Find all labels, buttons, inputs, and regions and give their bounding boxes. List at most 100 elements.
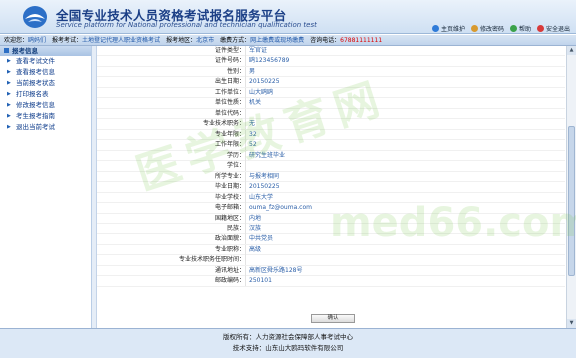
info-bar: 欢迎您：鸥妈们 报考考试：土地登记代理人职业资格考试 报考地区：北京市 缴费方式… — [0, 35, 576, 46]
field-label: 所学专业： — [214, 172, 245, 180]
welcome-value: 鸥妈们 — [28, 37, 47, 44]
logo-icon — [23, 6, 47, 28]
app-subtitle: Service platform for National profession… — [56, 21, 317, 29]
footer-tech-support: 技术支持：山东山大鸥玛软件有限公司 — [232, 344, 344, 352]
field-label: 毕业日期： — [214, 183, 245, 191]
field-value: 20150225 — [245, 182, 545, 193]
field-label: 专业年限： — [214, 130, 245, 138]
sidebar-item-view-registration[interactable]: 查看报考信息 — [0, 67, 91, 78]
phone-label: 咨询电话： — [310, 37, 341, 44]
field-value: 32 — [245, 129, 545, 140]
help-link[interactable]: 帮助 — [509, 24, 531, 33]
field-label: 性别： — [226, 67, 245, 75]
top-links: 主页维护 修改密码 帮助 安全退出 — [431, 24, 570, 33]
field-value: 20150225 — [245, 77, 545, 88]
sidebar-item-edit-registration[interactable]: 修改报考信息 — [0, 100, 91, 111]
field-label: 毕业学校： — [214, 193, 245, 201]
field-label: 学位： — [226, 162, 245, 170]
field-label: 政治面貌： — [214, 235, 245, 243]
field-label: 工作单位： — [214, 88, 245, 96]
home-maintain-link[interactable]: 主页维护 — [431, 24, 465, 33]
form-row-tech-title: 专业技术职务：无 — [97, 119, 565, 130]
form-row-id-number: 证件号码： 鸥123456789 — [97, 56, 565, 67]
field-label: 通讯地址： — [214, 266, 245, 274]
form-row-ethnicity: 民族： 汉族 — [97, 223, 565, 235]
form-row-address: 通讯地址： 高新区舜乐路128号 — [97, 265, 565, 277]
sidebar-item-guide[interactable]: 考生报考指南 — [0, 111, 91, 122]
form-row-graduation-date: 毕业日期： 20150225 — [97, 182, 565, 193]
change-password-link[interactable]: 修改密码 — [470, 24, 504, 33]
field-value: 鸥123456789 — [245, 56, 545, 67]
form-row-major: 所学专业： 与报考相同 — [97, 171, 565, 183]
field-value: 高级 — [245, 244, 545, 255]
logout-label: 安全退出 — [545, 26, 570, 33]
form-row-email: 电子邮箱： ouma_fz@ouma.com — [97, 203, 565, 214]
form-row-pro-years: 专业年限： 32 — [97, 129, 565, 141]
field-label: 出生日期： — [214, 78, 245, 86]
field-label: 单位代码： — [214, 109, 245, 117]
field-value: 250101 — [245, 276, 545, 287]
field-value: 山东大学 — [245, 192, 545, 203]
exam-label: 报考考试： — [52, 37, 83, 44]
form-row-pro-title: 专业职称： 高级 — [97, 244, 565, 256]
key-icon — [470, 25, 478, 32]
field-label: 电子邮箱： — [214, 204, 245, 212]
sidebar: 报考信息 查看考试文件 查看报考信息 当前报考状态 打印报名表 修改报考信息 考… — [0, 46, 92, 328]
field-value: 高新区舜乐路128号 — [245, 265, 545, 276]
form-row-work-years: 工作年限： 52 — [97, 140, 565, 151]
registration-info-form: 证件类型： 军官证 证件号码： 鸥123456789 性别：男 出生日期： 20150… — [97, 46, 565, 287]
field-value: 与报考相同 — [245, 171, 545, 182]
fee-label: 缴费方式： — [220, 37, 251, 44]
form-row-nationality: 国籍地区： 内地 — [97, 213, 565, 224]
confirm-button[interactable]: 确认 — [311, 314, 355, 323]
field-label: 专业职称： — [214, 245, 245, 253]
home-maintain-label: 主页维护 — [440, 26, 465, 33]
scroll-down-icon[interactable]: ▼ — [567, 319, 576, 328]
field-label: 证件号码： — [214, 57, 245, 65]
sidebar-item-view-exam-files[interactable]: 查看考试文件 — [0, 56, 91, 67]
field-label: 证件类型： — [214, 47, 245, 54]
field-label: 邮政编码： — [214, 277, 245, 285]
field-value — [245, 255, 545, 266]
exam-value: 土地登记代理人职业资格考试 — [82, 37, 161, 44]
field-value — [245, 161, 545, 172]
form-row-postal-code: 邮政编码： 250101 — [97, 276, 565, 287]
sidebar-item-print-form[interactable]: 打印报名表 — [0, 89, 91, 100]
form-row-birth-date: 出生日期： 20150225 — [97, 77, 565, 88]
field-value: 机关 — [245, 98, 545, 109]
main-content: 证件类型： 军官证 证件号码： 鸥123456789 性别：男 出生日期： 20150… — [97, 46, 565, 328]
form-row-political-status: 政治面貌： 中共党员 — [97, 234, 565, 245]
form-row-title-date: 专业技术职务任职时间： — [97, 255, 565, 266]
field-value: 汉族 — [245, 223, 545, 234]
home-icon — [431, 25, 439, 32]
field-value: 无 — [245, 119, 545, 130]
field-label: 工作年限： — [214, 141, 245, 149]
field-value — [245, 108, 545, 119]
sidebar-heading: 报考信息 — [0, 46, 91, 56]
field-value: 研究生班毕业 — [245, 150, 545, 161]
change-password-label: 修改密码 — [479, 26, 504, 33]
form-row-id-type: 证件类型： 军官证 — [97, 46, 565, 57]
phone-value: 67881111111 — [340, 37, 383, 44]
field-value: 山大鸥鸥 — [245, 87, 545, 98]
field-label: 学历： — [226, 151, 245, 159]
footer: 版权所有：人力资源社会保障部人事考试中心 技术支持：山东山大鸥玛软件有限公司 — [0, 328, 576, 358]
help-icon — [509, 25, 517, 32]
form-row-degree: 学位： — [97, 161, 565, 172]
sidebar-item-exit-exam[interactable]: 退出当前考试 — [0, 122, 91, 133]
form-row-unit-code: 单位代码： — [97, 108, 565, 120]
form-row-gender: 性别：男 — [97, 66, 565, 78]
field-label: 专业技术职务： — [202, 120, 245, 128]
form-row-education: 学历： 研究生班毕业 — [97, 150, 565, 162]
field-label: 民族： — [226, 224, 245, 232]
header: 全国专业技术人员资格考试报名服务平台 Service platform for … — [0, 0, 576, 34]
main-scrollbar[interactable]: ▲ ▼ — [566, 46, 576, 328]
field-value: 军官证 — [245, 46, 545, 56]
logout-link[interactable]: 安全退出 — [536, 24, 570, 33]
region-label: 报考地区： — [166, 37, 197, 44]
scroll-up-icon[interactable]: ▲ — [567, 46, 576, 55]
scroll-thumb[interactable] — [568, 126, 575, 276]
field-label: 专业技术职务任职时间： — [178, 256, 245, 264]
field-label: 国籍地区： — [214, 214, 245, 222]
sidebar-item-current-status[interactable]: 当前报考状态 — [0, 78, 91, 89]
